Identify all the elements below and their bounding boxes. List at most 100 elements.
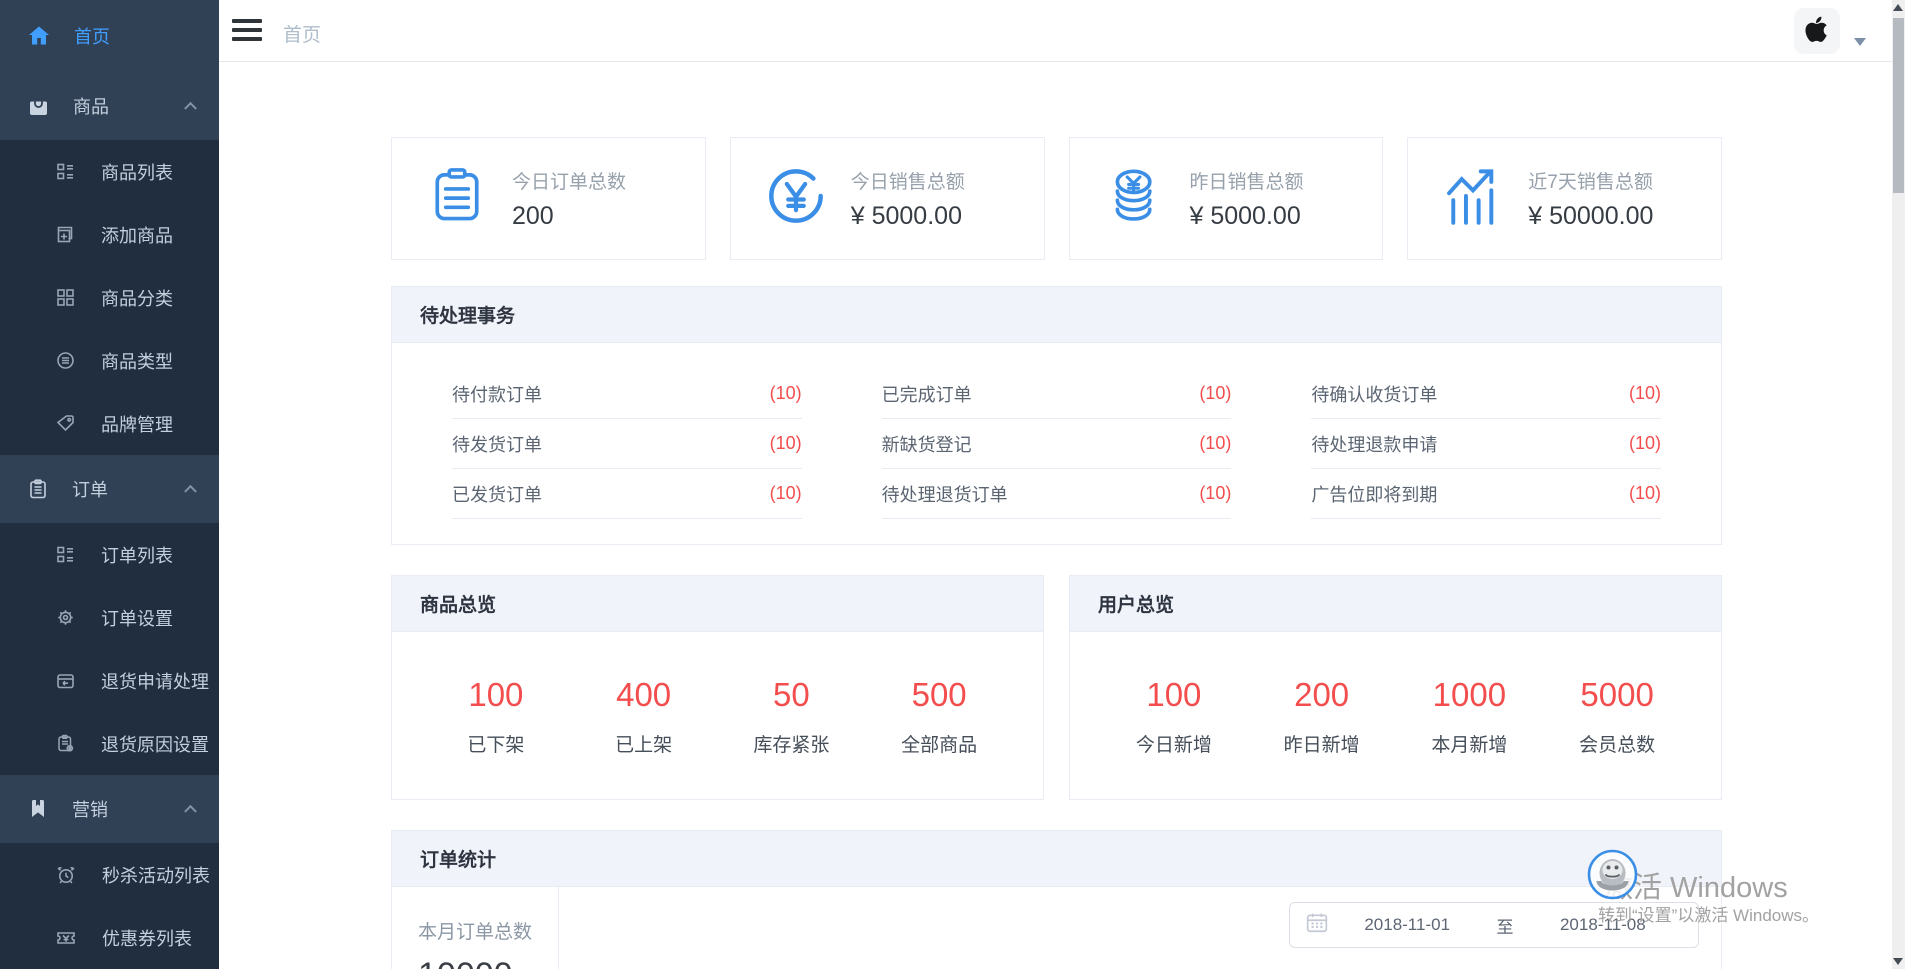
date-end[interactable]: 2018-11-08	[1524, 915, 1682, 935]
sidebar-section-label: 商品	[73, 93, 109, 119]
stat-cards-row: 今日订单总数 200 今日销售总额 ¥ 5000.00 昨日销售总额 ¥ 500…	[391, 137, 1722, 260]
todo-label: 已完成订单	[882, 381, 972, 407]
sidebar-item-brand-management[interactable]: 品牌管理	[0, 392, 219, 455]
todo-label: 待处理退货订单	[882, 481, 1008, 507]
qq-float-icon[interactable]	[1587, 849, 1638, 900]
coins-icon	[1104, 165, 1166, 232]
coupon-icon	[56, 928, 76, 948]
sidebar-section-label: 营销	[72, 796, 108, 822]
sidebar-item-label: 商品列表	[101, 159, 173, 185]
todo-label: 广告位即将到期	[1311, 481, 1437, 507]
sidebar-item-label: 品牌管理	[101, 411, 173, 437]
sidebar-item-label: 退货原因设置	[101, 731, 209, 757]
sidebar-item-product-category[interactable]: 商品分类	[0, 266, 219, 329]
scrollbar-down-arrow-icon[interactable]	[1893, 958, 1903, 965]
stat-card-yesterday-sales: 昨日销售总额 ¥ 5000.00	[1069, 137, 1384, 260]
todo-item[interactable]: 待发货订单 (10)	[452, 419, 802, 469]
sidebar-item-home[interactable]: 首页	[0, 0, 219, 72]
overview-value: 100	[1100, 676, 1248, 714]
marketing-submenu: 秒杀活动列表 优惠券列表	[0, 843, 219, 969]
todo-label: 待处理退款申请	[1311, 431, 1437, 457]
date-start[interactable]: 2018-11-01	[1328, 915, 1486, 935]
sidebar-item-label: 添加商品	[101, 222, 173, 248]
sidebar-item-flash-sale-list[interactable]: 秒杀活动列表	[0, 843, 219, 906]
sidebar-item-label: 退货申请处理	[101, 668, 209, 694]
list-icon	[56, 162, 75, 181]
sidebar-item-coupon-list[interactable]: 优惠券列表	[0, 906, 219, 969]
overview-stat: 1000 本月新增	[1396, 676, 1544, 757]
hamburger-menu-icon[interactable]	[232, 19, 262, 43]
overview-label: 昨日新增	[1248, 730, 1396, 757]
todo-count: (10)	[1629, 383, 1661, 404]
metric-value: 10000	[418, 956, 558, 969]
circle-list-icon	[56, 351, 75, 370]
todo-count: (10)	[1199, 483, 1231, 504]
sidebar-item-product-list[interactable]: 商品列表	[0, 140, 219, 203]
sidebar-section-marketing[interactable]: 营销	[0, 775, 219, 843]
todo-item[interactable]: 待确认收货订单 (10)	[1311, 369, 1661, 419]
todo-item[interactable]: 待处理退款申请 (10)	[1311, 419, 1661, 469]
chevron-up-icon	[184, 805, 197, 818]
overview-value: 400	[570, 676, 718, 714]
date-range-picker[interactable]: 2018-11-01 至 2018-11-08	[1289, 902, 1699, 948]
overview-label: 今日新增	[1100, 730, 1248, 757]
doc-gear-icon	[56, 734, 75, 753]
date-separator: 至	[1486, 913, 1523, 938]
sidebar-item-add-product[interactable]: 添加商品	[0, 203, 219, 266]
stat-card-value: 200	[512, 202, 626, 231]
calendar-icon	[1306, 912, 1328, 939]
todo-item[interactable]: 已发货订单 (10)	[452, 469, 802, 519]
todo-panel: 待处理事务 待付款订单 (10) 待发货订单 (10) 已发货订单 (10)	[391, 286, 1722, 545]
avatar[interactable]	[1794, 8, 1840, 54]
todo-panel-header: 待处理事务	[392, 287, 1721, 343]
sidebar-section-orders[interactable]: 订单	[0, 455, 219, 523]
todo-count: (10)	[1199, 383, 1231, 404]
todo-item[interactable]: 待处理退货订单 (10)	[882, 469, 1232, 519]
todo-count: (10)	[1629, 433, 1661, 454]
list-icon	[56, 545, 75, 564]
todo-count: (10)	[770, 383, 802, 404]
overview-label: 已上架	[570, 730, 718, 757]
overview-stat: 400 已上架	[570, 676, 718, 757]
scrollbar-thumb[interactable]	[1893, 18, 1904, 193]
todo-label: 待确认收货订单	[1311, 381, 1437, 407]
order-stats-body: 本月订单总数 10000 2018-11-01 至 2018-11-08	[392, 887, 1721, 969]
main-content: 今日订单总数 200 今日销售总额 ¥ 5000.00 昨日销售总额 ¥ 500…	[391, 137, 1722, 969]
apple-logo-icon	[1801, 13, 1833, 50]
sidebar-section-label: 订单	[72, 476, 108, 502]
grid-icon	[56, 288, 75, 307]
user-overview-header: 用户总览	[1070, 576, 1721, 632]
return-box-icon	[56, 671, 75, 690]
yen-circle-icon	[765, 165, 827, 232]
overview-label: 会员总数	[1543, 730, 1691, 757]
vertical-scrollbar[interactable]	[1892, 0, 1905, 969]
stat-card-value: ¥ 5000.00	[851, 202, 965, 231]
caret-down-icon[interactable]	[1854, 38, 1866, 46]
stat-card-label: 今日订单总数	[512, 167, 626, 194]
sidebar-item-return-reason[interactable]: 退货原因设置	[0, 712, 219, 775]
stat-card-label: 近7天销售总额	[1528, 167, 1653, 194]
stat-card-label: 昨日销售总额	[1190, 167, 1304, 194]
sidebar-section-products[interactable]: 商品	[0, 72, 219, 140]
tag-icon	[56, 414, 75, 433]
sidebar-item-label: 订单列表	[101, 542, 173, 568]
scrollbar-up-arrow-icon[interactable]	[1893, 4, 1903, 11]
todo-column: 已完成订单 (10) 新缺货登记 (10) 待处理退货订单 (10)	[882, 369, 1232, 519]
overview-value: 200	[1248, 676, 1396, 714]
todo-label: 已发货订单	[452, 481, 542, 507]
todo-column: 待确认收货订单 (10) 待处理退款申请 (10) 广告位即将到期 (10)	[1311, 369, 1661, 519]
todo-count: (10)	[770, 433, 802, 454]
sidebar-item-product-type[interactable]: 商品类型	[0, 329, 219, 392]
todo-item[interactable]: 新缺货登记 (10)	[882, 419, 1232, 469]
sidebar-item-label: 订单设置	[101, 605, 173, 631]
todo-item[interactable]: 待付款订单 (10)	[452, 369, 802, 419]
topbar: 首页	[219, 0, 1892, 62]
plus-square-icon	[56, 225, 75, 244]
todo-label: 待发货订单	[452, 431, 542, 457]
sidebar-item-order-list[interactable]: 订单列表	[0, 523, 219, 586]
sidebar-item-return-request[interactable]: 退货申请处理	[0, 649, 219, 712]
sidebar-item-order-settings[interactable]: 订单设置	[0, 586, 219, 649]
todo-item[interactable]: 广告位即将到期 (10)	[1311, 469, 1661, 519]
todo-item[interactable]: 已完成订单 (10)	[882, 369, 1232, 419]
alarm-clock-icon	[56, 865, 76, 885]
